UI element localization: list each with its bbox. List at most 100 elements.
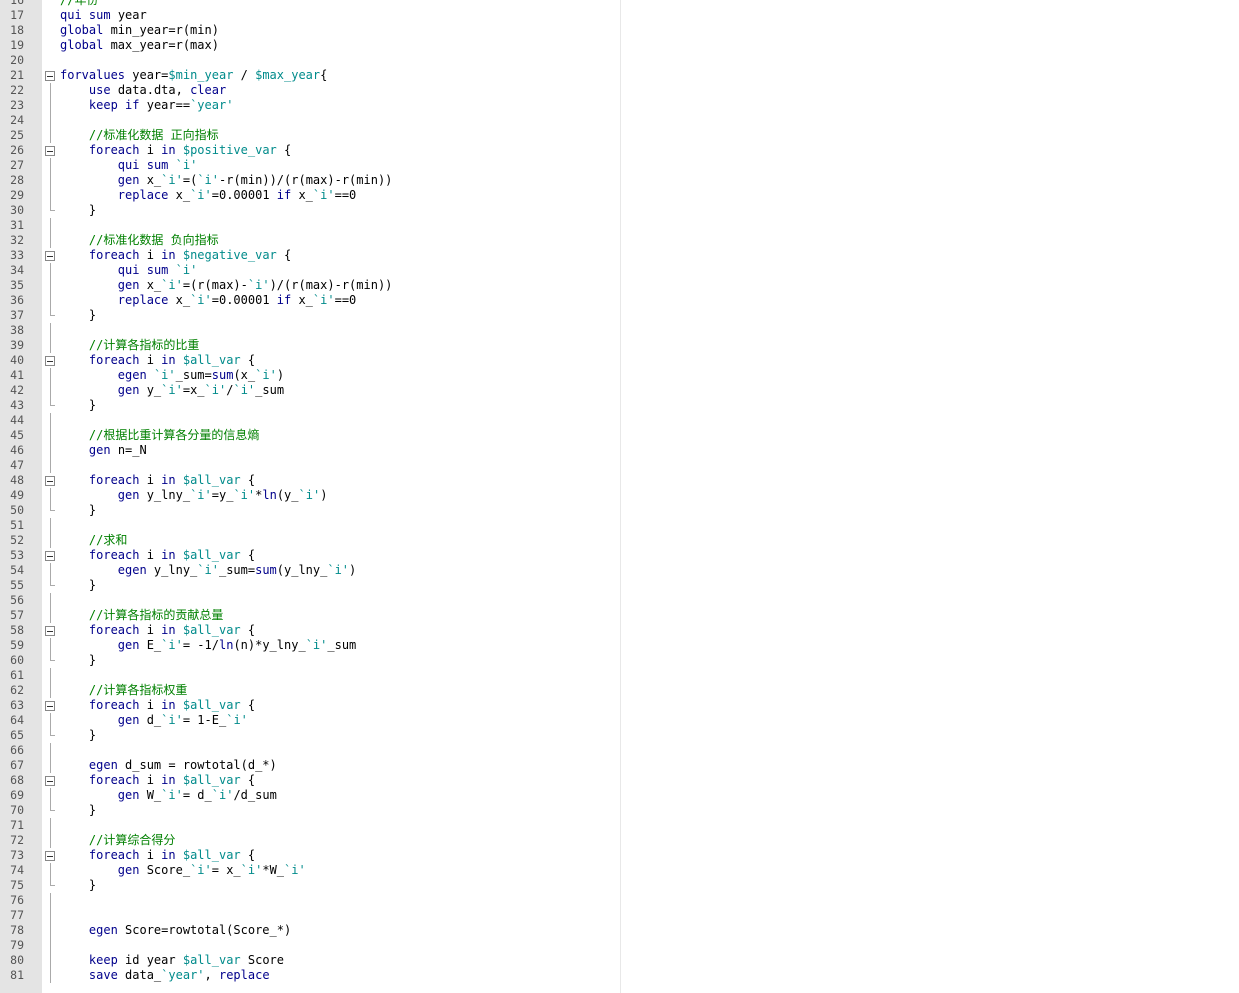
code-line[interactable]: 43 } (0, 398, 620, 413)
code-line[interactable]: 25 //标准化数据 正向指标 (0, 128, 620, 143)
fold-collapse-icon[interactable] (45, 356, 55, 366)
code-line[interactable]: 22 use data.dta, clear (0, 83, 620, 98)
code-line[interactable]: 64 gen d_`i'= 1-E_`i' (0, 713, 620, 728)
code-line[interactable]: 58 foreach i in $all_var { (0, 623, 620, 638)
code-line[interactable]: 52 //求和 (0, 533, 620, 548)
line-number: 66 (10, 743, 24, 757)
code-line[interactable]: 16 //年份 (0, 0, 620, 8)
code-line[interactable]: 32 //标准化数据 负向指标 (0, 233, 620, 248)
code-line[interactable]: 40 foreach i in $all_var { (0, 353, 620, 368)
code-line[interactable]: 39 //计算各指标的比重 (0, 338, 620, 353)
code-line[interactable]: 23 keep if year==`year' (0, 98, 620, 113)
code-line[interactable]: 67 egen d_sum = rowtotal(d_*) (0, 758, 620, 773)
code-line[interactable]: 38 (0, 323, 620, 338)
code-editor[interactable]: 16 //年份 17 qui sum year 18 global min_year=r(… (0, 0, 1239, 993)
code-line[interactable]: 68 foreach i in $all_var { (0, 773, 620, 788)
code-text: gen Score_`i'= x_`i'*W_`i' (117, 863, 306, 877)
code-line[interactable]: 19 global max_year=r(max) (0, 38, 620, 53)
code-line[interactable]: 24 (0, 113, 620, 128)
code-line[interactable]: 60 } (0, 653, 620, 668)
code-line[interactable]: 77 (0, 908, 620, 923)
code-line[interactable]: 76 (0, 893, 620, 908)
code-line[interactable]: 72 //计算综合得分 (0, 833, 620, 848)
code-line[interactable]: 49 gen y_lny_`i'=y_`i'*ln(y_`i') (0, 488, 620, 503)
code-text: } (60, 578, 97, 592)
code-line[interactable]: 56 (0, 593, 620, 608)
code-line[interactable]: 73 foreach i in $all_var { (0, 848, 620, 863)
code-text: egen y_lny_`i'_sum=sum(y_lny_`i') (117, 563, 357, 577)
line-number: 70 (10, 803, 24, 817)
line-number: 51 (10, 518, 24, 532)
code-line[interactable]: 30 } (0, 203, 620, 218)
fold-guide-line (50, 518, 51, 533)
code-text: replace x_`i'=0.00001 if x_`i'==0 (117, 293, 357, 307)
code-line[interactable]: 78 egen Score=rowtotal(Score_*) (0, 923, 620, 938)
fold-guide-line (50, 113, 51, 128)
code-line[interactable]: 20 (0, 53, 620, 68)
fold-collapse-icon[interactable] (45, 701, 55, 711)
code-line[interactable]: 59 gen E_`i'= -1/ln(n)*y_lny_`i'_sum (0, 638, 620, 653)
code-line[interactable]: 71 (0, 818, 620, 833)
code-line[interactable]: 34 qui sum `i' (0, 263, 620, 278)
fold-collapse-icon[interactable] (45, 626, 55, 636)
fold-guide-line (50, 443, 51, 458)
fold-end-marker (50, 398, 55, 406)
code-line[interactable]: 47 (0, 458, 620, 473)
code-line[interactable]: 69 gen W_`i'= d_`i'/d_sum (0, 788, 620, 803)
code-line[interactable]: 37 } (0, 308, 620, 323)
fold-guide-line (50, 713, 51, 728)
line-number: 22 (10, 83, 24, 97)
line-number: 34 (10, 263, 24, 277)
fold-collapse-icon[interactable] (45, 146, 55, 156)
code-line[interactable]: 70 } (0, 803, 620, 818)
fold-guide-line (50, 563, 51, 578)
code-line[interactable]: 33 foreach i in $negative_var { (0, 248, 620, 263)
code-line[interactable]: 36 replace x_`i'=0.00001 if x_`i'==0 (0, 293, 620, 308)
code-line[interactable]: 65 } (0, 728, 620, 743)
code-line[interactable]: 41 egen `i'_sum=sum(x_`i') (0, 368, 620, 383)
code-line[interactable]: 55 } (0, 578, 620, 593)
code-line[interactable]: 61 (0, 668, 620, 683)
fold-guide-line (50, 293, 51, 308)
fold-collapse-icon[interactable] (45, 851, 55, 861)
code-line[interactable]: 35 gen x_`i'=(r(max)-`i')/(r(max)-r(min)… (0, 278, 620, 293)
fold-guide-line (50, 323, 51, 338)
code-line[interactable]: 62 //计算各指标权重 (0, 683, 620, 698)
fold-collapse-icon[interactable] (45, 776, 55, 786)
code-line[interactable]: 28 gen x_`i'=(`i'-r(min))/(r(max)-r(min)… (0, 173, 620, 188)
code-line[interactable]: 74 gen Score_`i'= x_`i'*W_`i' (0, 863, 620, 878)
fold-collapse-icon[interactable] (45, 251, 55, 261)
code-line[interactable]: 42 gen y_`i'=x_`i'/`i'_sum (0, 383, 620, 398)
code-line[interactable]: 57 //计算各指标的贡献总量 (0, 608, 620, 623)
code-line[interactable]: 18 global min_year=r(min) (0, 23, 620, 38)
fold-end-marker (50, 503, 55, 511)
code-line[interactable]: 29 replace x_`i'=0.00001 if x_`i'==0 (0, 188, 620, 203)
code-line[interactable]: 63 foreach i in $all_var { (0, 698, 620, 713)
code-line[interactable]: 17 qui sum year (0, 8, 620, 23)
fold-collapse-icon[interactable] (45, 476, 55, 486)
code-line[interactable]: 79 (0, 938, 620, 953)
code-line[interactable]: 48 foreach i in $all_var { (0, 473, 620, 488)
code-line[interactable]: 26 foreach i in $positive_var { (0, 143, 620, 158)
code-line[interactable]: 27 qui sum `i' (0, 158, 620, 173)
code-line[interactable]: 46 gen n=_N (0, 443, 620, 458)
code-line[interactable]: 53 foreach i in $all_var { (0, 548, 620, 563)
code-line[interactable]: 44 (0, 413, 620, 428)
fold-guide-line (50, 638, 51, 653)
code-line[interactable]: 31 (0, 218, 620, 233)
fold-guide-line (50, 863, 51, 878)
code-line[interactable]: 81 save data_`year', replace (0, 968, 620, 983)
fold-collapse-icon[interactable] (45, 71, 55, 81)
code-line[interactable]: 21 forvalues year=$min_year / $max_year{ (0, 68, 620, 83)
code-line[interactable]: 80 keep id year $all_var Score (0, 953, 620, 968)
code-text: } (60, 653, 97, 667)
fold-guide-line (50, 593, 51, 608)
code-line[interactable]: 54 egen y_lny_`i'_sum=sum(y_lny_`i') (0, 563, 620, 578)
code-line[interactable]: 51 (0, 518, 620, 533)
code-line[interactable]: 50 } (0, 503, 620, 518)
code-line[interactable]: 45 //根据比重计算各分量的信息熵 (0, 428, 620, 443)
fold-collapse-icon[interactable] (45, 551, 55, 561)
code-line[interactable]: 66 (0, 743, 620, 758)
line-number: 65 (10, 728, 24, 742)
code-line[interactable]: 75 } (0, 878, 620, 893)
